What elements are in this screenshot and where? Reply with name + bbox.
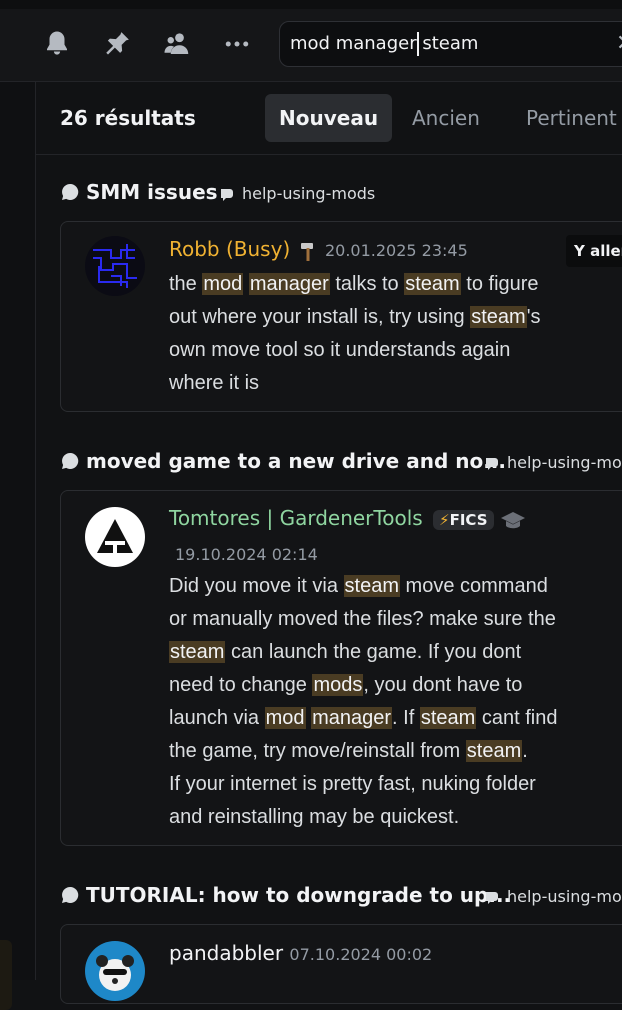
message-author[interactable]: pandabbler 07.10.2024 00:02	[169, 941, 432, 965]
channel-link[interactable]: help-using-mods	[483, 887, 622, 907]
role-tag: ⚡FICS	[433, 509, 494, 530]
search-input[interactable]: mod manager steam ✕	[279, 21, 622, 67]
thread-bubble-icon	[60, 182, 80, 202]
channel-toolbar: mod manager steam ✕	[0, 9, 622, 82]
message-line: and reinstalling may be quickest.	[169, 806, 460, 828]
search-query[interactable]: mod manager steam	[290, 33, 478, 54]
thread-bubble-icon	[60, 885, 80, 905]
more-icon[interactable]	[222, 29, 252, 59]
bell-icon[interactable]	[42, 29, 72, 59]
window-top-edge	[0, 0, 622, 9]
search-highlight: manager	[248, 273, 330, 295]
forum-channel-icon	[218, 186, 236, 204]
search-highlight: steam	[343, 575, 400, 597]
text-caret	[417, 32, 419, 56]
search-highlight: steam	[169, 641, 226, 663]
message-line: the mod manager talks to steam to figure	[169, 273, 539, 295]
channel-name: help-using-mods	[507, 887, 622, 906]
message-line: out where your install is, try using ste…	[169, 306, 541, 328]
search-result-message[interactable]: Robb (Busy) 20.01.2025 23:45 Y aller the…	[60, 221, 622, 412]
jump-button[interactable]: Y aller	[566, 235, 622, 267]
lightning-icon: ⚡	[439, 510, 450, 529]
search-highlight: manager	[311, 707, 393, 729]
result-thread-header[interactable]: moved game to a new drive and no...	[60, 449, 506, 477]
hammer-icon	[297, 240, 319, 262]
graduation-cap-icon	[500, 509, 526, 531]
message-line: the game, try move/reinstall from steam.	[169, 740, 528, 762]
message-line: or manually moved the files? make sure t…	[169, 608, 556, 630]
thread-title: SMM issues	[86, 180, 218, 204]
message-line: steam can launch the game. If you dont	[169, 641, 522, 663]
tab-pertinent[interactable]: Pertinent	[512, 94, 622, 142]
pin-icon[interactable]	[102, 29, 132, 59]
search-highlight: steam	[419, 707, 477, 729]
message-line: need to change mods, you dont have to	[169, 674, 523, 696]
search-highlight: steam	[465, 740, 523, 762]
clear-search-icon[interactable]: ✕	[616, 31, 622, 56]
members-icon[interactable]	[162, 29, 192, 59]
thread-title: moved game to a new drive and no...	[86, 449, 506, 473]
result-thread-header[interactable]: SMM issues	[60, 180, 218, 208]
search-result-message[interactable]: pandabbler 07.10.2024 00:02	[60, 924, 622, 1004]
search-highlight: steam	[404, 273, 461, 295]
forum-channel-icon	[483, 889, 501, 907]
channel-link[interactable]: help-using-mods	[483, 453, 622, 473]
message-line: own move tool so it understands again	[169, 339, 511, 361]
channel-link[interactable]: help-using-mods	[218, 184, 375, 204]
timestamp: 19.10.2024 02:14	[175, 545, 318, 564]
left-sidebar-edge	[0, 82, 36, 1010]
message-line: If your internet is pretty fast, nuking …	[169, 773, 536, 795]
avatar[interactable]	[85, 236, 145, 296]
timestamp: 20.01.2025 23:45	[324, 241, 468, 260]
tab-nouveau[interactable]: Nouveau	[265, 94, 393, 142]
thread-bubble-icon	[60, 451, 80, 471]
search-result-message[interactable]: Tomtores | GardenerTools ⚡FICS 19.10.202…	[60, 490, 622, 846]
sidebar-fragment	[0, 940, 12, 1010]
results-count: 26 résultats	[60, 106, 196, 130]
message-line: launch via mod manager. If steam cant fi…	[169, 707, 558, 729]
search-highlight: steam	[470, 306, 527, 328]
avatar[interactable]	[85, 507, 145, 567]
timestamp: 07.10.2024 00:02	[289, 945, 433, 964]
channel-name: help-using-mods	[242, 184, 376, 203]
avatar[interactable]	[85, 941, 145, 1001]
message-line: where it is	[169, 372, 260, 394]
message-author[interactable]: Tomtores | GardenerTools ⚡FICS	[169, 506, 526, 531]
result-thread-header[interactable]: TUTORIAL: how to downgrade to up...	[60, 883, 511, 911]
thread-title: TUTORIAL: how to downgrade to up...	[86, 883, 512, 907]
message-line: Did you move it via steam move command	[169, 575, 548, 597]
forum-channel-icon	[483, 455, 501, 473]
tab-ancien[interactable]: Ancien	[398, 94, 494, 142]
message-author[interactable]: Robb (Busy) 20.01.2025 23:45	[169, 237, 468, 262]
message-content: Did you move it via steam move command or…	[169, 570, 619, 834]
results-header: 26 résultats Nouveau Ancien Pertinent	[36, 82, 622, 155]
search-highlight: mod	[202, 273, 244, 295]
search-highlight: mod	[264, 707, 306, 729]
message-content: the mod manager talks to steam to figure…	[169, 268, 619, 400]
search-highlight: mods	[312, 674, 364, 696]
channel-name: help-using-mods	[507, 453, 622, 472]
